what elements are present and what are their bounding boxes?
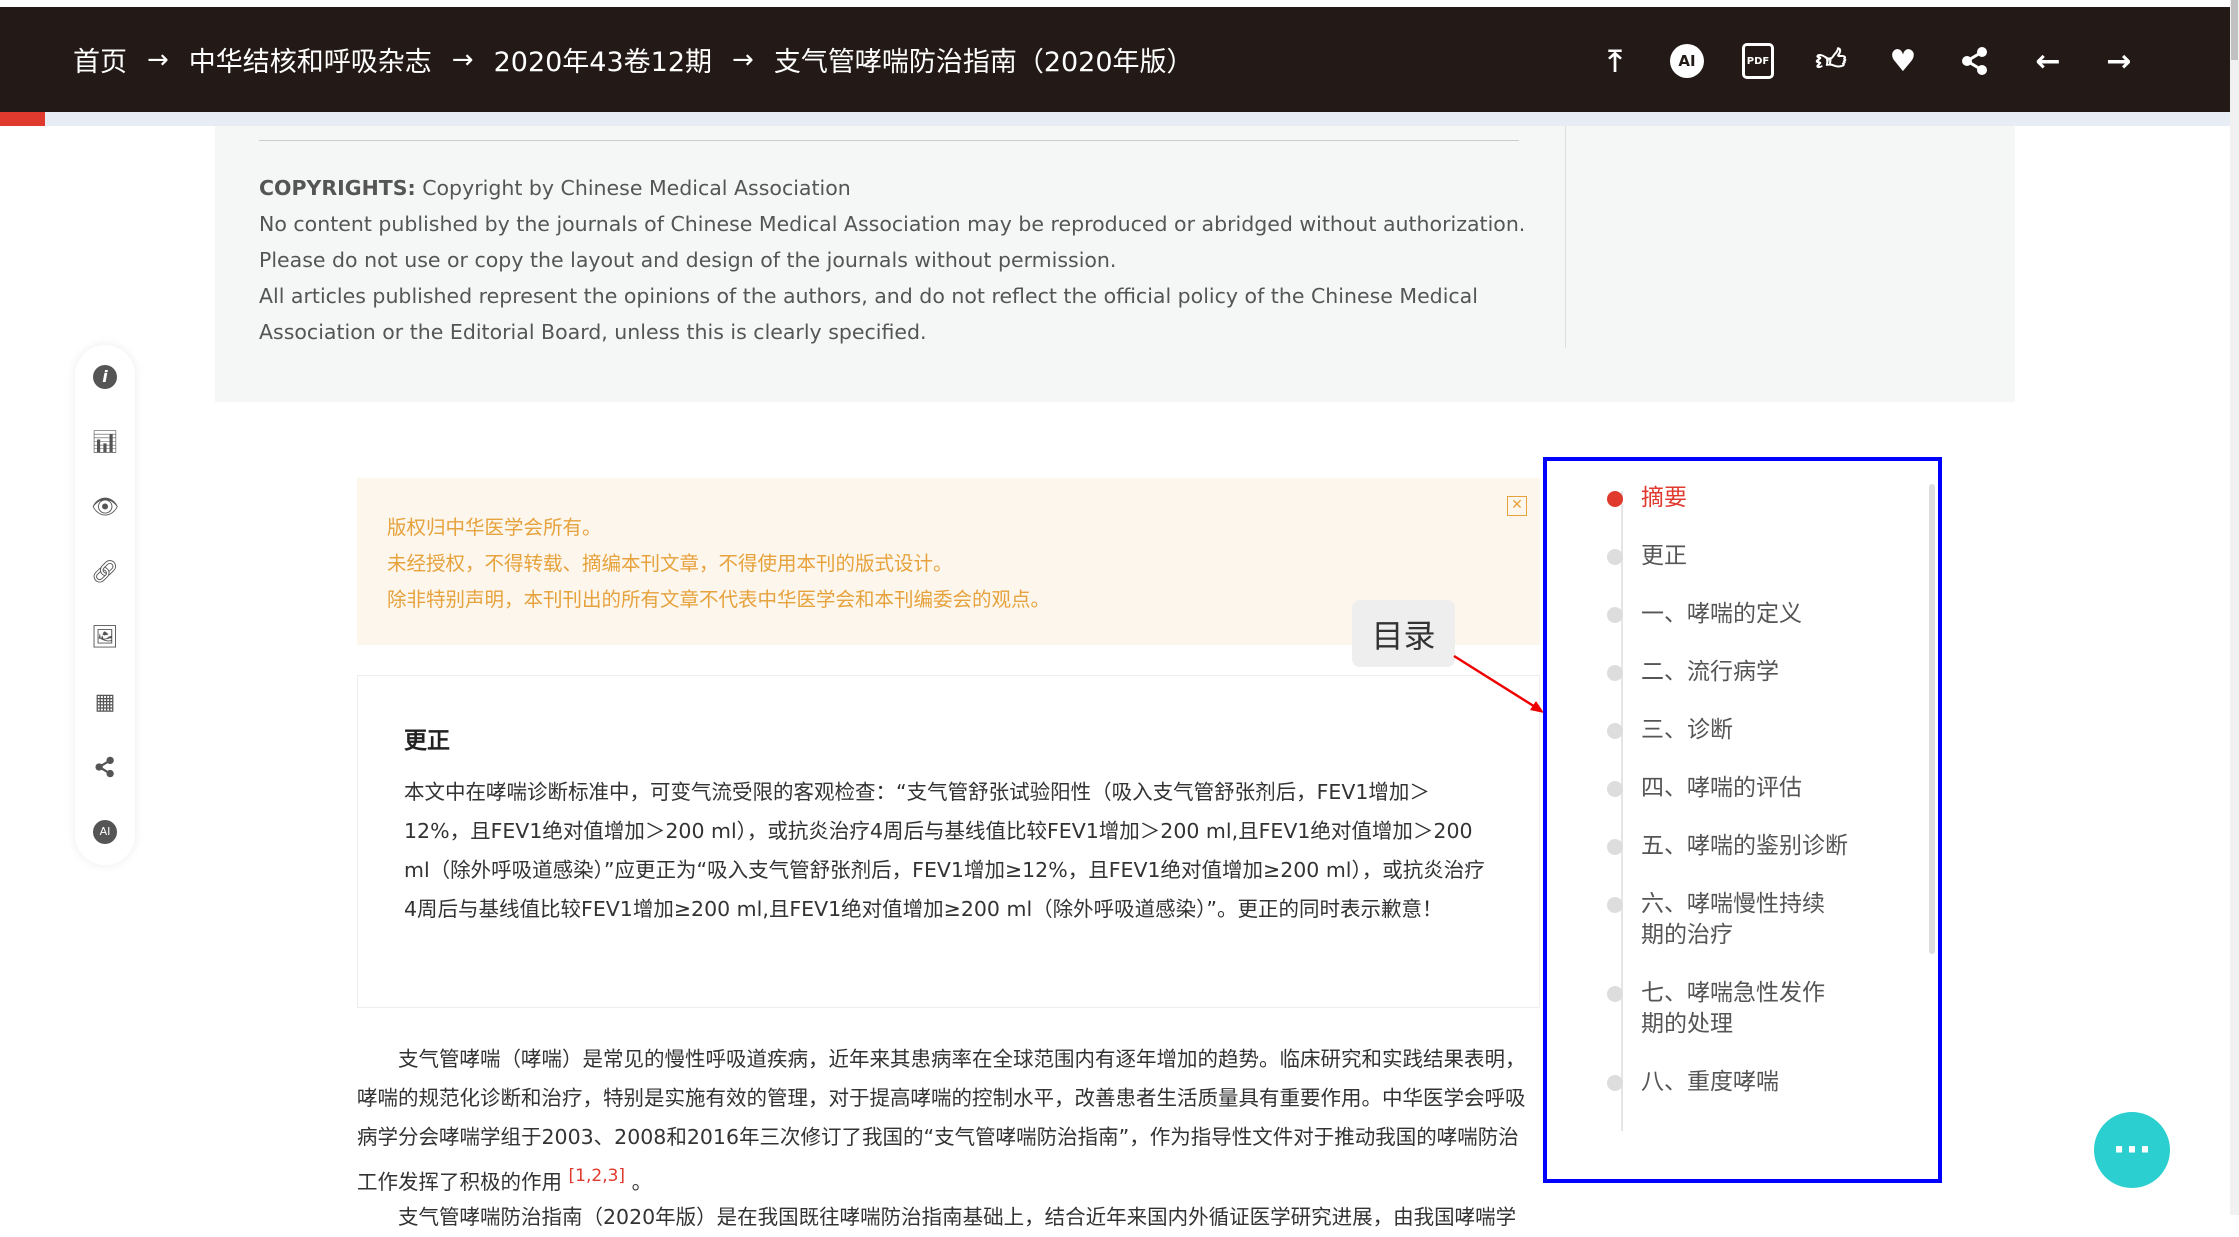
notice-line: 除非特别声明，本刊刊出的所有文章不代表中华医学会和本刊编委会的观点。 — [387, 588, 1051, 611]
toc-label: 摘要 — [1641, 485, 1687, 511]
breadcrumb-separator: → — [451, 44, 474, 75]
toc-item[interactable]: 四、哮喘的评估 — [1607, 773, 1907, 804]
intro-paragraph: 支气管哮喘（哮喘）是常见的慢性呼吸道疾病，近年来其患病率在全球范围内有逐年增加的… — [357, 1040, 1537, 1202]
thumbs-up-icon[interactable]: 👍︎ — [1811, 41, 1851, 81]
toc-label: 四、哮喘的评估 — [1641, 775, 1802, 801]
arrow-right-icon[interactable]: → — [2099, 41, 2139, 81]
copyright-text: COPYRIGHTS: Copyright by Chinese Medical… — [259, 170, 1559, 350]
intro-end: 。 — [631, 1169, 653, 1194]
back-to-top-icon[interactable]: ⤒ — [1595, 41, 1635, 81]
toc-item[interactable]: 一、哮喘的定义 — [1607, 599, 1907, 630]
copyright-owner: Copyright by Chinese Medical Association — [415, 176, 851, 200]
info-icon[interactable]: i — [90, 362, 120, 392]
table-icon[interactable]: ▦ — [90, 687, 120, 717]
correction-body: 本文中在哮喘诊断标准中，可变气流受限的客观检查：“支气管舒张试验阳性（吸入支气管… — [404, 780, 1485, 921]
notice-line: 版权归中华医学会所有。 — [387, 516, 602, 539]
toc-dot — [1607, 1075, 1623, 1091]
toc-dot — [1607, 665, 1623, 681]
toc-label: 七、哮喘急性发作期的处理 — [1641, 980, 1825, 1037]
pdf-icon[interactable]: PDF — [1738, 41, 1778, 81]
toc-item[interactable]: 六、哮喘慢性持续期的治疗 — [1607, 889, 1847, 951]
breadcrumb-journal[interactable]: 中华结核和呼吸杂志 — [189, 40, 432, 79]
breadcrumb-article: 支气管哮喘防治指南（2020年版） — [773, 47, 1194, 78]
reference-link[interactable]: [1,2,3] — [569, 1166, 626, 1186]
toc-dot — [1607, 549, 1623, 565]
notice-line: 未经授权，不得转载、摘编本刊文章，不得使用本刊的版式设计。 — [387, 552, 953, 575]
breadcrumb-issue[interactable]: 2020年43卷12期 — [494, 40, 712, 79]
scrollbar-thumb[interactable] — [2231, 0, 2238, 60]
toc-item[interactable]: 更正 — [1607, 541, 1907, 572]
copyright-line: Please do not use or copy the layout and… — [259, 248, 1117, 272]
top-header: 首页 → 中华结核和呼吸杂志 → 2020年43卷12期 → 支气管哮喘防治指南… — [0, 7, 2230, 112]
toc-dot — [1607, 491, 1623, 507]
correction-title: 更正 — [404, 728, 450, 754]
share-icon[interactable] — [90, 752, 120, 782]
divider — [1565, 126, 1566, 348]
arrow-left-icon[interactable]: ← — [2028, 41, 2068, 81]
ai-icon[interactable]: AI — [1667, 41, 1707, 81]
toc-label: 三、诊断 — [1641, 717, 1733, 743]
breadcrumb-home[interactable]: 首页 — [73, 40, 127, 79]
toc-tooltip: 目录 — [1352, 600, 1455, 667]
toc-label: 更正 — [1641, 543, 1687, 569]
image-icon[interactable]: 🖼︎ — [90, 622, 120, 652]
chat-bubble-icon[interactable]: ··· — [2094, 1112, 2170, 1188]
toc-dot — [1607, 839, 1623, 855]
link-icon[interactable]: 🔗︎ — [90, 557, 120, 587]
chart-icon[interactable]: 📊︎ — [90, 427, 120, 457]
toc-dot — [1607, 897, 1623, 913]
correction-box: 更正 本文中在哮喘诊断标准中，可变气流受限的客观检查：“支气管舒张试验阳性（吸入… — [357, 675, 1540, 1008]
toc-item[interactable]: 三、诊断 — [1607, 715, 1907, 746]
toc-label: 二、流行病学 — [1641, 659, 1779, 685]
copyright-label: COPYRIGHTS: — [259, 176, 416, 200]
reading-progress-bar — [0, 112, 2230, 126]
toc-dot — [1607, 607, 1623, 623]
heart-icon[interactable]: ♥ — [1883, 41, 1923, 81]
annotation-arrow — [1453, 654, 1544, 713]
toc-item[interactable]: 七、哮喘急性发作期的处理 — [1607, 978, 1847, 1040]
close-icon[interactable]: ✕ — [1507, 496, 1527, 516]
eye-icon[interactable]: 👁︎ — [90, 492, 120, 522]
toc-label: 五、哮喘的鉴别诊断 — [1641, 833, 1848, 859]
toc-label: 六、哮喘慢性持续期的治疗 — [1641, 891, 1825, 948]
share-icon[interactable] — [1955, 41, 1995, 81]
page-scrollbar[interactable] — [2230, 0, 2239, 1215]
intro-text: 支气管哮喘（哮喘）是常见的慢性呼吸道疾病，近年来其患病率在全球范围内有逐年增加的… — [357, 1047, 1526, 1194]
toc-label: 八、重度哮喘 — [1641, 1069, 1779, 1095]
toc-scrollbar[interactable] — [1929, 484, 1935, 954]
divider — [259, 140, 1519, 141]
copyright-line: No content published by the journals of … — [259, 212, 1526, 236]
breadcrumb-separator: → — [732, 44, 754, 75]
toc-dot — [1607, 723, 1623, 739]
breadcrumb: 首页 → 中华结核和呼吸杂志 → 2020年43卷12期 → 支气管哮喘防治指南… — [73, 7, 1194, 112]
table-of-contents: 摘要 更正 一、哮喘的定义 二、流行病学 三、诊断 四、哮喘的评估 五、哮喘的鉴… — [1543, 457, 1942, 1183]
toc-dot — [1607, 986, 1623, 1002]
toc-label: 一、哮喘的定义 — [1641, 601, 1802, 627]
reading-progress-fill — [0, 112, 45, 126]
copyright-line: All articles published represent the opi… — [259, 284, 1478, 344]
ai-icon[interactable]: AI — [90, 817, 120, 847]
toc-item[interactable]: 五、哮喘的鉴别诊断 — [1607, 831, 1907, 862]
side-toolbar: i 📊︎ 👁︎ 🔗︎ 🖼︎ ▦ AI — [75, 345, 135, 865]
toc-item[interactable]: 八、重度哮喘 — [1607, 1067, 1907, 1098]
toc-item[interactable]: 二、流行病学 — [1607, 657, 1907, 688]
breadcrumb-separator: → — [147, 44, 169, 75]
intro-paragraph-2: 支气管哮喘防治指南（2020年版）是在我国既往哮喘防治指南基础上，结合近年来国内… — [398, 1205, 1517, 1229]
copyright-panel: COPYRIGHTS: Copyright by Chinese Medical… — [215, 126, 2015, 402]
toc-item[interactable]: 摘要 — [1607, 483, 1907, 514]
toc-dot — [1607, 781, 1623, 797]
